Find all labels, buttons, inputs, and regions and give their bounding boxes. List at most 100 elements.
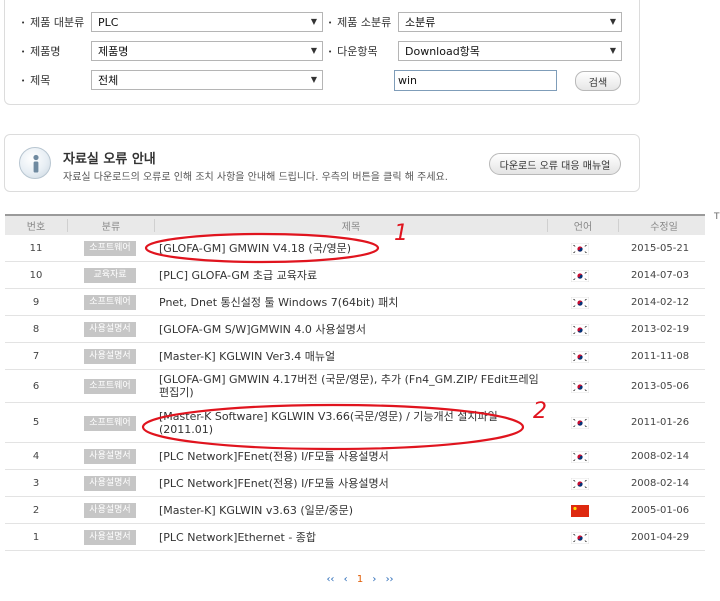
row-date: 2008-02-14 — [630, 477, 690, 489]
table-row[interactable]: 5 소프트웨어 [Master-K Software] KGLWIN V3.66(국… — [5, 403, 705, 443]
header-no: 번호 — [26, 222, 46, 233]
row-title-link[interactable]: [Master-K Software] KGLWIN V3.66(국문/영문) … — [153, 410, 545, 436]
chevron-down-icon: ▼ — [310, 46, 317, 55]
category-badge: 소프트웨어 — [84, 241, 136, 256]
header-title: 제목 — [341, 222, 361, 233]
subcategory-select-value: 소분류 — [405, 16, 436, 29]
china-flag-icon — [545, 504, 615, 517]
row-number: 9 — [32, 296, 40, 308]
row-number: 5 — [32, 417, 40, 428]
pager-current-page[interactable]: 1 — [357, 574, 363, 585]
korea-flag-icon — [545, 242, 615, 255]
row-category: 소프트웨어 — [67, 240, 153, 256]
category-badge: 사용설명서 — [84, 503, 136, 518]
row-title-link[interactable]: Pnet, Dnet 통신설정 툴 Windows 7(64bit) 패치 — [153, 296, 545, 309]
filter-title: 제목 전체 ▼ — [21, 70, 323, 90]
category-badge: 사용설명서 — [84, 449, 136, 464]
row-title-link[interactable]: [Master-K] KGLWIN v3.63 (일문/중문) — [153, 504, 545, 517]
download-select[interactable]: Download항목 ▼ — [398, 41, 622, 61]
error-manual-button[interactable]: 다운로드 오류 대응 매뉴얼 — [489, 153, 621, 175]
korea-flag-icon — [545, 477, 615, 490]
subcategory-select[interactable]: 소분류 ▼ — [398, 12, 622, 32]
product-label: 제품명 — [21, 43, 91, 59]
table-row[interactable]: 6 소프트웨어 [GLOFA-GM] GMWIN 4.17버전 (국문/영문), 추… — [5, 370, 705, 403]
category-label: 제품 대분류 — [21, 14, 91, 30]
row-category: 소프트웨어 — [67, 378, 153, 394]
korea-flag-icon — [545, 323, 615, 336]
table-row[interactable]: 3 사용설명서 [PLC Network]FEnet(전용) I/F모듈 사용설명서… — [5, 470, 705, 497]
pager-next-button[interactable]: › — [372, 574, 376, 585]
row-number: 7 — [32, 350, 40, 362]
download-select-value: Download항목 — [405, 45, 480, 58]
category-badge: 사용설명서 — [84, 322, 136, 337]
keyword-input[interactable] — [394, 70, 557, 91]
table-row[interactable]: 9 소프트웨어 Pnet, Dnet 통신설정 툴 Windows 7(64bit)… — [5, 289, 705, 316]
search-button[interactable]: 검색 — [575, 71, 621, 91]
row-title-link[interactable]: [GLOFA-GM] GMWIN 4.17버전 (국문/영문), 추가 (Fn4… — [153, 373, 545, 399]
search-panel: 제품 대분류 PLC ▼ 제품 소분류 소분류 ▼ 제품명 제품명 ▼ 다운항목… — [4, 0, 640, 105]
category-select[interactable]: PLC ▼ — [91, 12, 323, 32]
notice-text: 자료실 다운로드의 오류로 인해 조치 사항을 안내해 드립니다. 우측의 버튼… — [63, 172, 448, 183]
row-date: 2001-04-29 — [630, 531, 690, 543]
category-badge: 사용설명서 — [84, 349, 136, 364]
row-category: 사용설명서 — [67, 502, 153, 518]
korea-flag-icon — [545, 269, 615, 282]
row-number: 2 — [32, 504, 40, 516]
row-number: 10 — [29, 269, 43, 281]
row-number: 1 — [32, 531, 40, 543]
table-row[interactable]: 7 사용설명서 [Master-K] KGLWIN Ver3.4 매뉴얼 2011-1… — [5, 343, 705, 370]
table-row[interactable]: 2 사용설명서 [Master-K] KGLWIN v3.63 (일문/중문) 200… — [5, 497, 705, 524]
korea-flag-icon — [545, 350, 615, 363]
row-title-link[interactable]: [PLC Network]FEnet(전용) I/F모듈 사용설명서 — [153, 477, 545, 490]
table-row[interactable]: 10 교육자료 [PLC] GLOFA-GM 초급 교육자료 2014-07-03 — [5, 262, 705, 289]
header-lang: 언어 — [573, 222, 593, 233]
row-title-link[interactable]: [PLC Network]Ethernet - 종합 — [153, 531, 545, 544]
row-category: 교육자료 — [67, 267, 153, 283]
row-category: 사용설명서 — [67, 475, 153, 491]
category-badge: 소프트웨어 — [84, 295, 136, 310]
korea-flag-icon — [545, 450, 615, 463]
row-number: 11 — [29, 242, 43, 254]
row-title-link[interactable]: [GLOFA-GM S/W]GMWIN 4.0 사용설명서 — [153, 323, 545, 336]
row-category: 소프트웨어 — [67, 415, 153, 431]
row-title-link[interactable]: [Master-K] KGLWIN Ver3.4 매뉴얼 — [153, 350, 545, 363]
row-date: 2011-01-26 — [630, 417, 690, 428]
title-label: 제목 — [21, 72, 91, 88]
header-date: 수정일 — [650, 222, 678, 233]
chevron-down-icon: ▼ — [310, 75, 317, 84]
row-date: 2013-05-06 — [630, 380, 690, 392]
korea-flag-icon — [545, 380, 615, 393]
korea-flag-icon — [545, 296, 615, 309]
table-row[interactable]: 4 사용설명서 [PLC Network]FEnet(전용) I/F모듈 사용설명서… — [5, 443, 705, 470]
pager-last-button[interactable]: ›› — [386, 574, 394, 585]
row-title-link[interactable]: [PLC Network]FEnet(전용) I/F모듈 사용설명서 — [153, 450, 545, 463]
table-header: 번호 분류 제목 언어 수정일 — [5, 214, 705, 235]
row-title-link[interactable]: [GLOFA-GM] GMWIN V4.18 (국/영문) — [153, 242, 545, 255]
title-select[interactable]: 전체 ▼ — [91, 70, 323, 90]
filter-subcategory: 제품 소분류 소분류 ▼ — [328, 12, 622, 32]
subcategory-label: 제품 소분류 — [328, 14, 398, 30]
row-category: 사용설명서 — [67, 348, 153, 364]
row-category: 사용설명서 — [67, 529, 153, 545]
chevron-down-icon: ▼ — [609, 17, 616, 26]
header-category: 분류 — [101, 222, 121, 233]
table-row[interactable]: 8 사용설명서 [GLOFA-GM S/W]GMWIN 4.0 사용설명서 2013-… — [5, 316, 705, 343]
table-row[interactable]: 11 소프트웨어 [GLOFA-GM] GMWIN V4.18 (국/영문) 2015… — [5, 235, 705, 262]
row-number: 4 — [32, 450, 40, 462]
pagination: ‹‹ ‹ 1 › ›› — [0, 574, 720, 585]
row-title-link[interactable]: [PLC] GLOFA-GM 초급 교육자료 — [153, 269, 545, 282]
row-date: 2015-05-21 — [630, 242, 690, 254]
table-body: 11 소프트웨어 [GLOFA-GM] GMWIN V4.18 (국/영문) 2015… — [5, 235, 705, 551]
row-date: 2008-02-14 — [630, 450, 690, 462]
table-row[interactable]: 1 사용설명서 [PLC Network]Ethernet - 종합 2001-04-… — [5, 524, 705, 551]
row-number: 3 — [32, 477, 40, 489]
pager-first-button[interactable]: ‹‹ — [326, 574, 334, 585]
row-category: 사용설명서 — [67, 321, 153, 337]
pager-prev-button[interactable]: ‹ — [344, 574, 348, 585]
filter-category: 제품 대분류 PLC ▼ — [21, 12, 323, 32]
row-category: 사용설명서 — [67, 448, 153, 464]
category-badge: 교육자료 — [84, 268, 136, 283]
korea-flag-icon — [545, 531, 615, 544]
chevron-down-icon: ▼ — [609, 46, 616, 55]
product-select[interactable]: 제품명 ▼ — [91, 41, 323, 61]
